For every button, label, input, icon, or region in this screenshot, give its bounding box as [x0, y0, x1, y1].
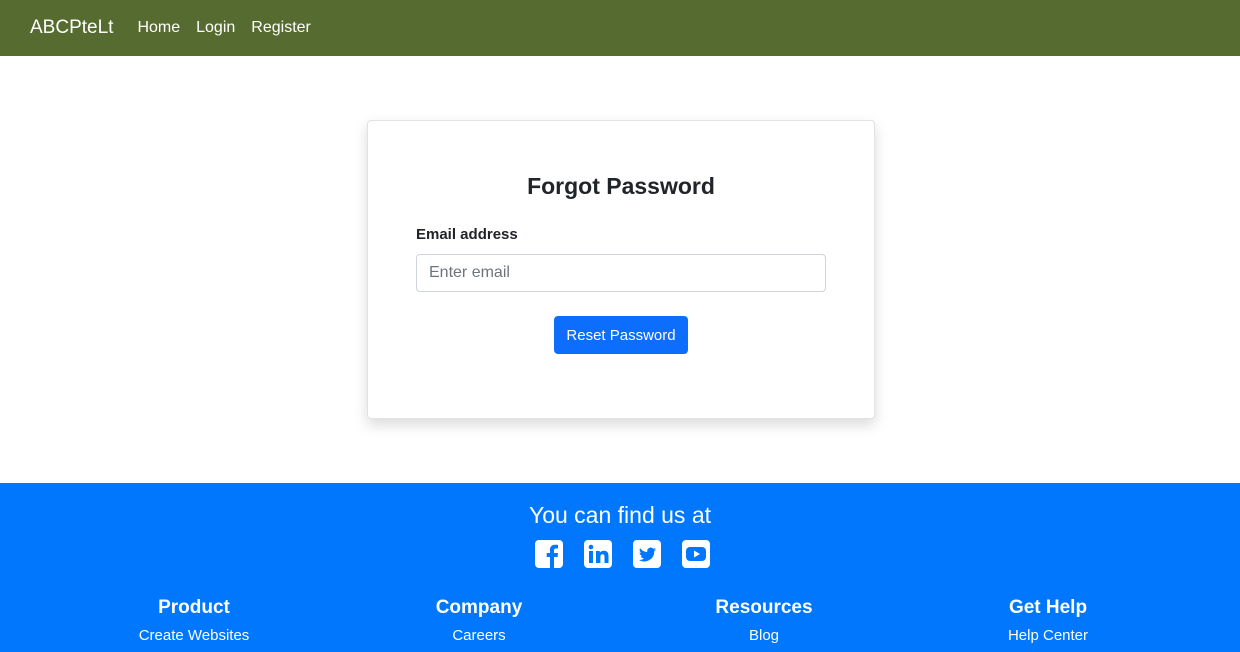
email-input[interactable] — [416, 254, 826, 292]
footer-link-careers[interactable]: Careers — [369, 627, 589, 644]
footer-link-help-center[interactable]: Help Center — [938, 627, 1158, 644]
nav-link-home[interactable]: Home — [137, 19, 180, 37]
page-title: Forgot Password — [527, 173, 715, 199]
footer-column-title: Company — [435, 597, 523, 618]
top-navbar: ABCPteLt Home Login Register — [0, 0, 1240, 56]
youtube-icon[interactable] — [680, 538, 712, 570]
social-links — [533, 538, 712, 570]
reset-password-button[interactable]: Reset Password — [554, 316, 688, 354]
nav-link-login[interactable]: Login — [196, 19, 235, 37]
footer-heading: You can find us at — [528, 502, 711, 528]
footer-link-create-websites[interactable]: Create Websites — [84, 627, 304, 644]
footer: You can find us at Product Create Websit… — [0, 483, 1240, 652]
forgot-password-card: Forgot Password Email address Reset Pass… — [367, 120, 875, 419]
footer-column-get-help: Get Help Help Center — [938, 597, 1158, 644]
twitter-icon[interactable] — [631, 538, 663, 570]
nav-link-register[interactable]: Register — [251, 19, 311, 37]
footer-link-blog[interactable]: Blog — [654, 627, 874, 644]
footer-column-company: Company Careers — [369, 597, 589, 644]
footer-column-title: Get Help — [1008, 597, 1088, 618]
linkedin-icon[interactable] — [582, 538, 614, 570]
footer-column-title: Resources — [715, 597, 813, 618]
facebook-icon[interactable] — [533, 538, 565, 570]
email-label: Email address — [416, 226, 518, 243]
brand-logo-text[interactable]: ABCPteLt — [30, 17, 113, 39]
footer-column-product: Product Create Websites — [84, 597, 304, 644]
footer-column-resources: Resources Blog — [654, 597, 874, 644]
footer-column-title: Product — [158, 597, 230, 618]
